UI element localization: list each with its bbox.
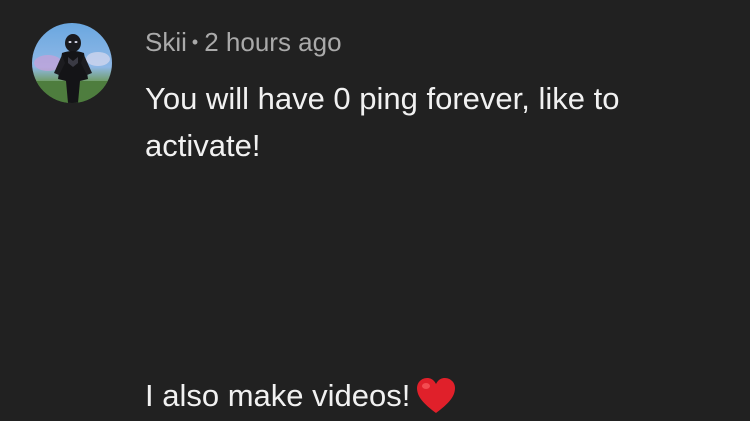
comment-text-last: I also make videos!: [145, 378, 411, 413]
separator-dot: •: [191, 32, 199, 52]
comment-item: Skii • 2 hours ago You will have 0 ping fo…: [0, 0, 750, 421]
timestamp[interactable]: 2 hours ago: [204, 27, 341, 57]
avatar[interactable]: [32, 23, 112, 103]
comment-header: Skii • 2 hours ago: [145, 26, 342, 58]
comment-text-line: You will have 0 ping forever, like to: [145, 81, 620, 116]
comment-text-line: I also make videos!: [145, 372, 456, 420]
comment-text-line: activate!: [145, 128, 261, 163]
author-name[interactable]: Skii: [145, 27, 187, 57]
avatar-image: [32, 23, 112, 103]
red-heart-icon: [416, 377, 456, 415]
